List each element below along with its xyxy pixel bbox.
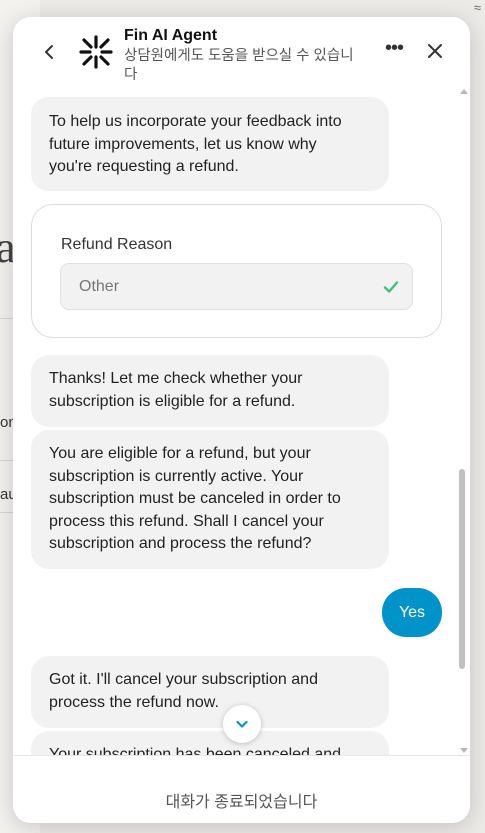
more-horizontal-icon: •••: [384, 37, 404, 59]
message-line: you're requesting a refund.: [49, 158, 239, 176]
refund-reason-value: Other: [79, 278, 120, 295]
agent-name: Fin AI Agent: [124, 27, 218, 44]
message-line: Your subscription has been canceled and: [49, 746, 342, 755]
bot-message: Your subscription has been canceled and: [31, 731, 389, 755]
check-icon: [383, 281, 399, 293]
back-button[interactable]: [39, 42, 59, 62]
message-line: subscription is currently active. Your: [49, 467, 304, 485]
scrollbar[interactable]: [456, 87, 470, 755]
close-button[interactable]: [424, 40, 446, 62]
bot-message: To help us incorporate your feedback int…: [31, 97, 389, 191]
agent-subtitle: 상담원에게도 도움을 받으실 수 있습니다: [124, 48, 354, 80]
message-line: process this refund. Shall I cancel your: [49, 512, 324, 530]
close-icon: [428, 44, 442, 58]
bot-message: Got it. I'll cancel your subscription an…: [31, 656, 389, 728]
conversation-ended-text: 대화가 종료되었습니다: [165, 794, 318, 811]
fin-logo-icon: [77, 33, 115, 71]
scrollbar-thumb[interactable]: [459, 469, 465, 669]
refund-reason-form: Refund Reason Other: [31, 204, 442, 338]
bot-message: You are eligible for a refund, but your …: [31, 430, 389, 569]
message-line: To help us incorporate your feedback int…: [49, 113, 342, 130]
message-line: Got it. I'll cancel your subscription an…: [49, 671, 318, 688]
message-line: You are eligible for a refund, but your: [49, 445, 311, 462]
message-line: subscription and process the refund?: [49, 535, 312, 553]
chat-widget: Fin AI Agent 상담원에게도 도움을 받으실 수 있습니다 ••• T…: [13, 17, 470, 823]
message-line: subscription must be canceled in order t…: [49, 490, 341, 508]
scroll-to-bottom-button[interactable]: [223, 705, 261, 743]
message-line: subscription is eligible for a refund.: [49, 392, 296, 410]
chat-footer: 대화가 종료되었습니다: [13, 755, 470, 823]
user-message: Yes: [382, 588, 442, 637]
message-list[interactable]: To help us incorporate your feedback int…: [13, 87, 470, 755]
bot-message: Thanks! Let me check whether your subscr…: [31, 355, 389, 427]
scroll-up-arrow[interactable]: [460, 89, 468, 94]
background-corner-icon: ≈: [473, 0, 481, 15]
chevron-left-icon: [45, 45, 53, 59]
more-options-button[interactable]: •••: [381, 37, 407, 63]
refund-reason-label: Refund Reason: [61, 236, 173, 253]
message-line: Thanks! Let me check whether your: [49, 370, 303, 387]
refund-reason-field: Other: [60, 263, 413, 310]
chat-header: Fin AI Agent 상담원에게도 도움을 받으실 수 있습니다 •••: [13, 17, 470, 87]
scroll-down-arrow[interactable]: [460, 748, 468, 753]
message-line: process the refund now.: [49, 693, 219, 711]
message-line: future improvements, let us know why: [49, 135, 317, 153]
chevron-down-icon: [236, 720, 248, 728]
